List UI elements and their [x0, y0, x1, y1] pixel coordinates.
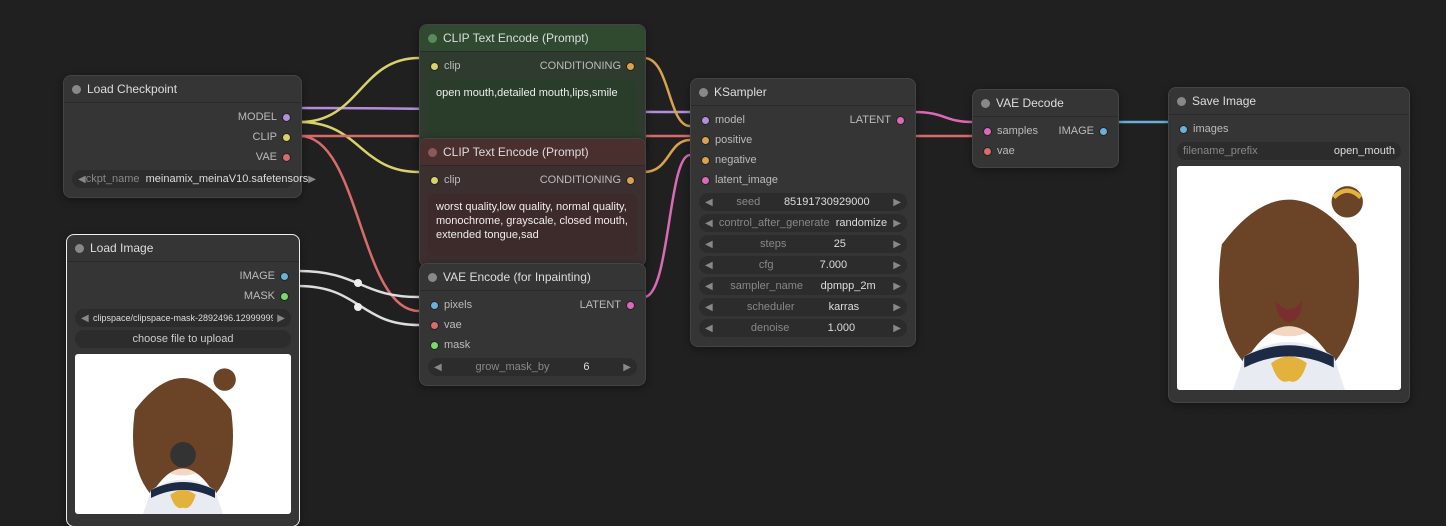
next-icon[interactable]: ▶: [893, 302, 901, 313]
prev-icon[interactable]: ◀: [78, 174, 86, 185]
prev-icon[interactable]: ◀: [705, 260, 713, 271]
node-title[interactable]: Load Image: [67, 235, 299, 262]
input-samples[interactable]: samples: [997, 125, 1038, 137]
ckpt-name-widget[interactable]: ◀ ckpt_name meinamix_meinaV10.safetensor…: [72, 170, 293, 188]
input-positive[interactable]: positive: [715, 134, 752, 146]
prev-icon[interactable]: ◀: [705, 323, 713, 334]
ksampler-denoise-widget[interactable]: ◀denoise1.000▶: [699, 319, 907, 337]
input-clip[interactable]: clip: [444, 174, 461, 186]
next-icon[interactable]: ▶: [893, 218, 901, 229]
image-preview: [75, 354, 291, 514]
next-icon[interactable]: ▶: [893, 239, 901, 250]
output-image-preview: [1177, 166, 1401, 390]
node-save-image[interactable]: Save Image images filename_prefix open_m…: [1168, 87, 1410, 403]
ksampler-seed-widget[interactable]: ◀seed85191730929000▶: [699, 193, 907, 211]
next-icon[interactable]: ▶: [893, 197, 901, 208]
choose-file-button[interactable]: choose file to upload: [75, 330, 291, 348]
next-icon[interactable]: ▶: [893, 281, 901, 292]
node-title[interactable]: CLIP Text Encode (Prompt): [420, 25, 645, 52]
input-pixels[interactable]: pixels: [444, 299, 472, 311]
next-icon[interactable]: ▶: [893, 323, 901, 334]
prev-icon[interactable]: ◀: [705, 197, 713, 208]
next-icon[interactable]: ▶: [277, 313, 285, 324]
prev-icon[interactable]: ◀: [705, 281, 713, 292]
prompt-text[interactable]: open mouth,detailed mouth,lips,smile: [428, 80, 637, 140]
output-clip[interactable]: CLIP: [253, 131, 277, 143]
input-mask[interactable]: mask: [444, 339, 470, 351]
output-latent[interactable]: LATENT: [580, 299, 621, 311]
node-title[interactable]: VAE Encode (for Inpainting): [420, 264, 645, 291]
node-load-image[interactable]: Load Image IMAGE MASK ◀ clipspace/clipsp…: [66, 234, 300, 526]
ksampler-sampler_name-widget[interactable]: ◀sampler_namedpmpp_2m▶: [699, 277, 907, 295]
next-icon[interactable]: ▶: [308, 174, 316, 185]
node-title[interactable]: Save Image: [1169, 88, 1409, 115]
filename-prefix-widget[interactable]: filename_prefix open_mouth: [1177, 142, 1401, 160]
ksampler-control_after_generate-widget[interactable]: ◀control_after_generaterandomize▶: [699, 214, 907, 232]
input-vae[interactable]: vae: [444, 319, 462, 331]
prev-icon[interactable]: ◀: [81, 313, 89, 324]
node-vae-encode-inpaint[interactable]: VAE Encode (for Inpainting) pixels LATEN…: [419, 263, 646, 386]
node-title[interactable]: KSampler: [691, 79, 915, 106]
ksampler-scheduler-widget[interactable]: ◀schedulerkarras▶: [699, 298, 907, 316]
output-image[interactable]: IMAGE: [1059, 125, 1094, 137]
prev-icon[interactable]: ◀: [705, 302, 713, 313]
node-vae-decode[interactable]: VAE Decode samples IMAGE vae: [972, 89, 1119, 168]
output-latent[interactable]: LATENT: [850, 114, 891, 126]
input-images[interactable]: images: [1193, 123, 1228, 135]
input-negative[interactable]: negative: [715, 154, 757, 166]
output-image[interactable]: IMAGE: [240, 270, 275, 282]
next-icon[interactable]: ▶: [893, 260, 901, 271]
node-load-checkpoint[interactable]: Load Checkpoint MODEL CLIP VAE ◀ ckpt_na…: [63, 75, 302, 198]
node-clip-encode-positive[interactable]: CLIP Text Encode (Prompt) clip CONDITION…: [419, 24, 646, 151]
output-conditioning[interactable]: CONDITIONING: [540, 174, 621, 186]
output-vae[interactable]: VAE: [256, 151, 277, 163]
prev-icon[interactable]: ◀: [705, 239, 713, 250]
ksampler-cfg-widget[interactable]: ◀cfg7.000▶: [699, 256, 907, 274]
node-title[interactable]: CLIP Text Encode (Prompt): [420, 139, 645, 166]
prev-icon[interactable]: ◀: [705, 218, 713, 229]
node-clip-encode-negative[interactable]: CLIP Text Encode (Prompt) clip CONDITION…: [419, 138, 646, 267]
next-icon[interactable]: ▶: [623, 362, 631, 373]
node-title[interactable]: VAE Decode: [973, 90, 1118, 117]
ksampler-steps-widget[interactable]: ◀steps25▶: [699, 235, 907, 253]
node-title[interactable]: Load Checkpoint: [64, 76, 301, 103]
node-ksampler[interactable]: KSampler model LATENT positive negative …: [690, 78, 916, 347]
input-latent-image[interactable]: latent_image: [715, 174, 778, 186]
input-clip[interactable]: clip: [444, 60, 461, 72]
prompt-text[interactable]: worst quality,low quality, normal qualit…: [428, 194, 637, 256]
output-conditioning[interactable]: CONDITIONING: [540, 60, 621, 72]
prev-icon[interactable]: ◀: [434, 362, 442, 373]
image-path-widget[interactable]: ◀ clipspace/clipspace-mask-2892496.12999…: [75, 309, 291, 327]
input-vae[interactable]: vae: [997, 145, 1015, 157]
input-model[interactable]: model: [715, 114, 745, 126]
output-mask[interactable]: MASK: [244, 290, 275, 302]
output-model[interactable]: MODEL: [238, 111, 277, 123]
grow-mask-widget[interactable]: ◀ grow_mask_by 6 ▶: [428, 358, 637, 376]
